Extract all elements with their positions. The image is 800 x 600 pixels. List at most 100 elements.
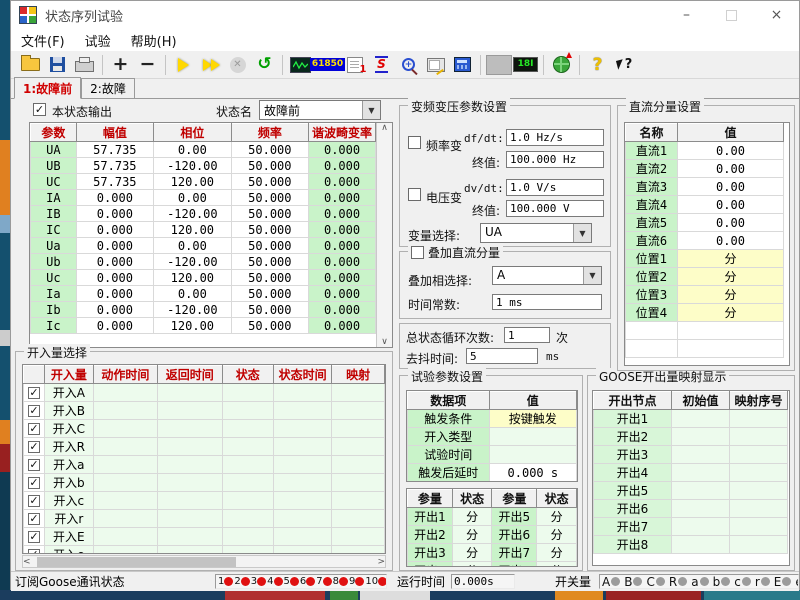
cell[interactable]: 开出8 [492, 562, 537, 567]
cell[interactable]: 120.00 [154, 222, 232, 238]
cell[interactable] [93, 510, 157, 528]
table-row[interactable]: 开出1 [594, 410, 788, 428]
cell[interactable] [672, 464, 730, 482]
cell[interactable] [274, 510, 332, 528]
cell[interactable]: 50.000 [231, 286, 308, 302]
cell[interactable]: 0.000 [309, 286, 376, 302]
cell[interactable]: 0.000 [309, 190, 376, 206]
scroll-up-icon[interactable]: ∧ [381, 123, 388, 133]
iec61850-button[interactable]: 61850 [314, 53, 341, 77]
report-button[interactable]: 1 [341, 53, 368, 77]
cell[interactable]: 0.000 [76, 270, 153, 286]
cell[interactable]: 开出8 [594, 536, 672, 554]
cell[interactable] [222, 384, 273, 402]
table-row[interactable]: ✓开入a [24, 456, 385, 474]
cell[interactable] [332, 474, 385, 492]
loop-count-input[interactable]: 1 [504, 327, 550, 343]
cell[interactable]: 开出4 [408, 562, 453, 567]
volt-change-checkbox[interactable] [408, 188, 421, 201]
cell[interactable]: 0.000 [76, 254, 153, 270]
cell[interactable]: 开出4 [594, 464, 672, 482]
cell[interactable]: 0.00 [678, 142, 784, 160]
cell[interactable] [672, 518, 730, 536]
cell[interactable] [332, 546, 385, 554]
cell[interactable]: 50.000 [231, 254, 308, 270]
maximize-button[interactable] [709, 1, 754, 29]
cell[interactable]: 分 [678, 268, 784, 286]
cell[interactable] [274, 456, 332, 474]
table-row[interactable]: IC0.000120.0050.0000.000 [31, 222, 376, 238]
cell[interactable]: 0.000 [76, 302, 153, 318]
tab-state-2[interactable]: 2:故障 [81, 78, 135, 98]
table-row[interactable]: 开出8 [594, 536, 788, 554]
cell[interactable]: Uc [31, 270, 77, 286]
dvdt-input[interactable]: 1.0 V/s [506, 179, 604, 196]
digital-display-button[interactable]: 18I [512, 53, 539, 77]
cell[interactable] [730, 410, 788, 428]
table-row[interactable]: 开出3 [594, 446, 788, 464]
table-row[interactable]: Ic0.000120.0050.0000.000 [31, 318, 376, 334]
print-button[interactable] [71, 53, 98, 77]
table-row[interactable]: ✓开入E [24, 528, 385, 546]
cell[interactable]: 触发条件 [408, 410, 490, 428]
row-checkbox[interactable]: ✓ [28, 513, 40, 525]
cell[interactable] [730, 518, 788, 536]
table-row[interactable]: UC57.735120.0050.0000.000 [31, 174, 376, 190]
cell[interactable]: -120.00 [154, 158, 232, 174]
cell[interactable]: ✓ [24, 528, 45, 546]
cell[interactable]: 0.000 [309, 158, 376, 174]
debounce-input[interactable]: 5 [466, 348, 538, 364]
cell[interactable]: ✓ [24, 420, 45, 438]
cell[interactable] [274, 384, 332, 402]
cell[interactable] [332, 438, 385, 456]
cell[interactable]: 分 [452, 544, 492, 562]
table-row[interactable]: 直流30.00 [626, 178, 784, 196]
cell[interactable] [489, 428, 576, 446]
add-state-button[interactable]: + [107, 53, 134, 77]
cell[interactable]: UA [31, 142, 77, 158]
cell[interactable] [222, 474, 273, 492]
cell[interactable]: 开出3 [594, 446, 672, 464]
cell[interactable] [274, 492, 332, 510]
cell[interactable]: -120.00 [154, 206, 232, 222]
cell[interactable] [93, 438, 157, 456]
cell[interactable]: 开出6 [492, 526, 537, 544]
context-help-button[interactable]: ? [611, 53, 638, 77]
minimize-button[interactable]: – [664, 1, 709, 29]
table-row[interactable]: ✓开入C [24, 420, 385, 438]
cell[interactable] [93, 546, 157, 554]
cell[interactable]: 50.000 [231, 222, 308, 238]
cell[interactable]: 分 [452, 562, 492, 567]
vector-button[interactable] [422, 53, 449, 77]
table-row[interactable]: ✓开入c [24, 492, 385, 510]
row-checkbox[interactable]: ✓ [28, 441, 40, 453]
cell[interactable]: 开入A [45, 384, 94, 402]
cell[interactable] [274, 438, 332, 456]
cell[interactable] [274, 474, 332, 492]
harmonic-button[interactable]: S [368, 53, 395, 77]
cell[interactable]: 直流4 [626, 196, 678, 214]
horizontal-scrollbar[interactable]: < > [22, 555, 386, 568]
scrollbar-thumb[interactable] [37, 557, 236, 567]
save-button[interactable] [44, 53, 71, 77]
fast-run-button[interactable] [197, 53, 224, 77]
cell[interactable]: Ia [31, 286, 77, 302]
table-row[interactable]: 直流40.00 [626, 196, 784, 214]
cell[interactable] [730, 536, 788, 554]
cell[interactable]: UB [31, 158, 77, 174]
cell[interactable]: 50.000 [231, 190, 308, 206]
cell[interactable]: 位置2 [626, 268, 678, 286]
cell[interactable]: 开出3 [408, 544, 453, 562]
cell[interactable] [158, 420, 222, 438]
cell[interactable]: 位置4 [626, 304, 678, 322]
table-row[interactable]: 触发后延时0.000 s [408, 464, 577, 482]
cell[interactable] [730, 428, 788, 446]
table-row[interactable]: ✓开入e [24, 546, 385, 554]
cell[interactable]: 直流3 [626, 178, 678, 196]
start-button[interactable] [170, 53, 197, 77]
cell[interactable]: 分 [678, 250, 784, 268]
cell[interactable] [489, 446, 576, 464]
cell[interactable]: 开出2 [408, 526, 453, 544]
cell[interactable]: 开出5 [492, 508, 537, 526]
cell[interactable]: 0.000 [76, 318, 153, 334]
